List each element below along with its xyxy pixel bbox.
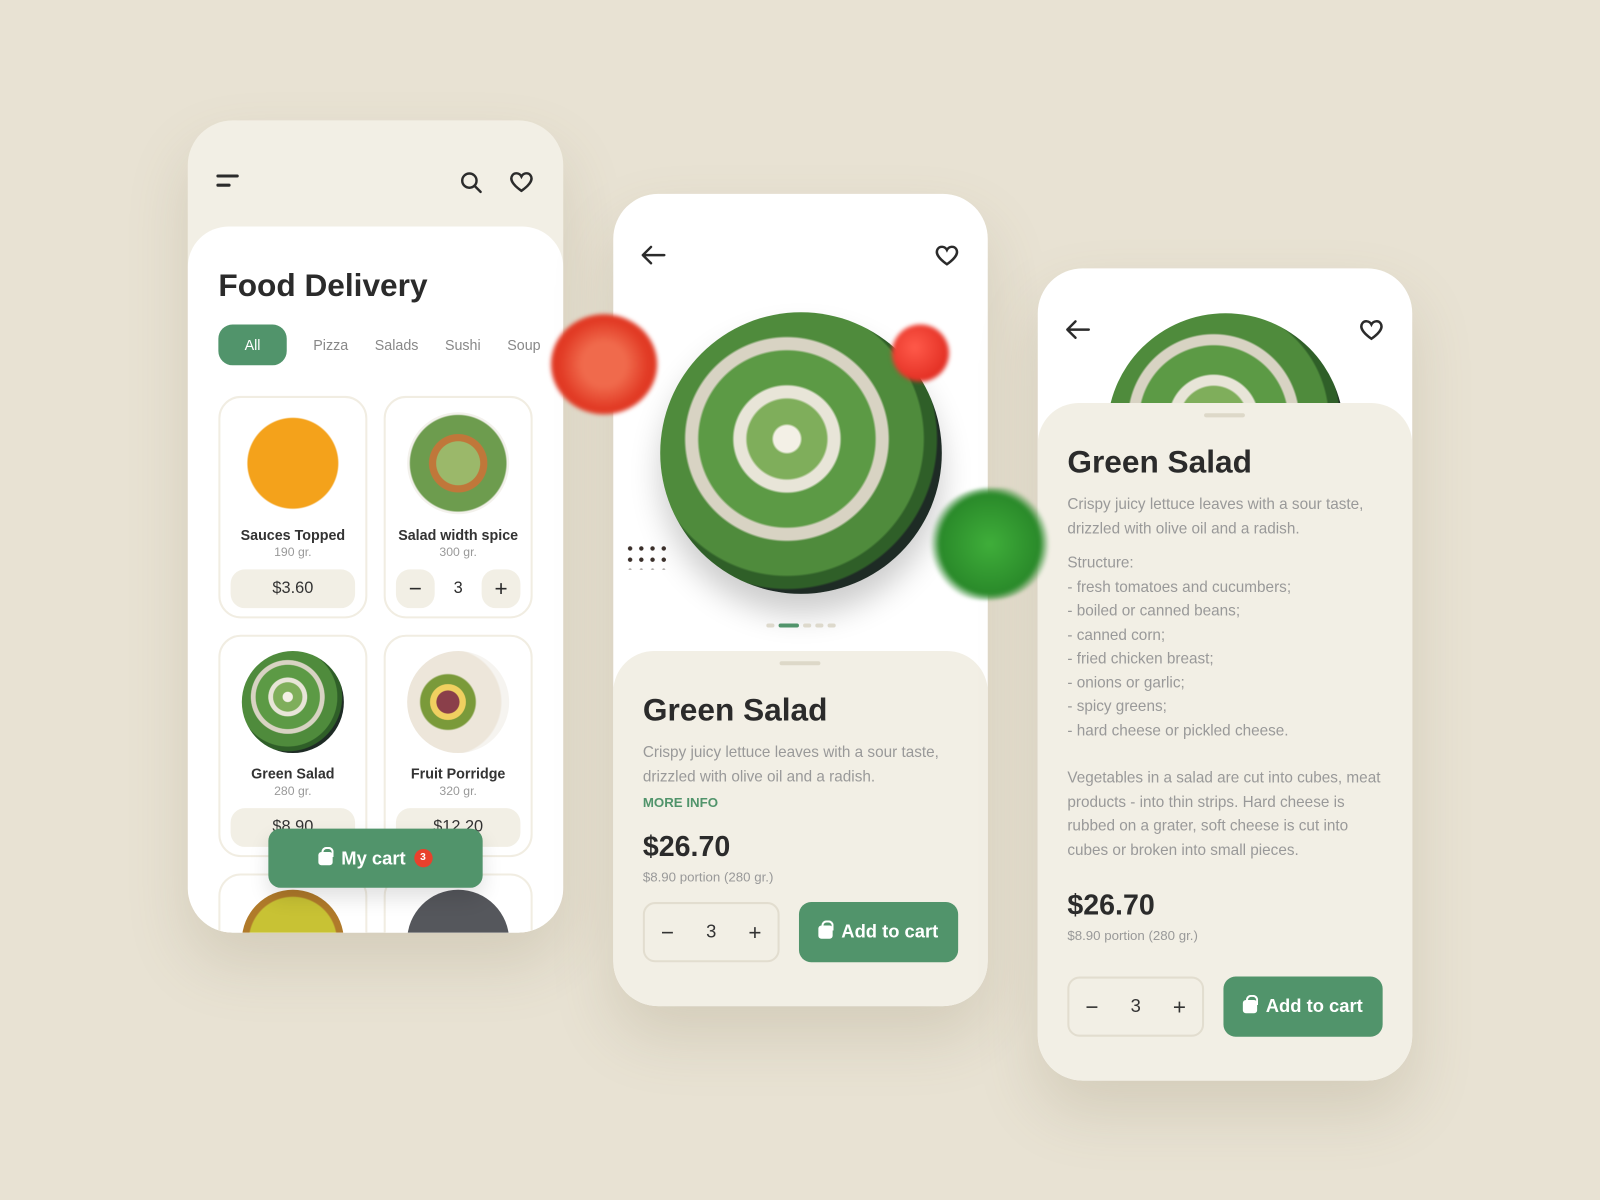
decrease-button[interactable]: − — [395, 569, 435, 609]
decrease-button[interactable]: − — [1085, 993, 1098, 1020]
quantity-value: 3 — [706, 921, 717, 942]
product-card[interactable]: Salad width spice 300 gr. − 3 + — [383, 395, 533, 619]
heart-icon[interactable] — [508, 169, 535, 193]
product-card[interactable]: Sauces Topped 190 gr. $3.60 — [218, 395, 368, 619]
tomato-slice-decoration — [551, 314, 658, 415]
cart-label: My cart — [341, 847, 406, 868]
price-button[interactable]: $3.60 — [230, 569, 356, 609]
cherry-tomato-decoration — [891, 324, 949, 382]
add-to-cart-label: Add to cart — [1265, 995, 1363, 1017]
structure-item: - spicy greens; — [1067, 697, 1167, 716]
quantity-stepper: − 3 + — [642, 902, 780, 963]
carousel-dot[interactable] — [802, 623, 811, 628]
heart-icon[interactable] — [934, 243, 961, 267]
carousel-dot[interactable] — [765, 623, 774, 628]
total-price: $26.70 — [642, 830, 731, 863]
structure-item: - fried chicken breast; — [1067, 649, 1214, 668]
menu-icon[interactable] — [216, 173, 240, 189]
food-image — [241, 412, 344, 515]
tab-all[interactable]: All — [218, 324, 287, 366]
add-to-cart-label: Add to cart — [841, 921, 939, 942]
pepper-decoration — [624, 542, 670, 570]
product-description: Crispy juicy lettuce leaves with a sour … — [642, 743, 939, 786]
portion-info: $8.90 portion (280 gr.) — [642, 869, 774, 885]
increase-button[interactable]: + — [748, 919, 761, 946]
food-image — [241, 651, 344, 754]
parsley-decoration — [928, 487, 1052, 600]
product-name: Sauces Topped — [240, 526, 346, 543]
more-info-link[interactable]: MORE INFO — [643, 795, 718, 810]
quantity-stepper: − 3 + — [395, 569, 521, 609]
increase-button[interactable]: + — [481, 569, 521, 609]
product-name: Fruit Porridge — [410, 765, 506, 782]
food-image — [407, 889, 510, 933]
preparation-notes: Vegetables in a salad are cut into cubes… — [1067, 769, 1381, 859]
food-image — [407, 412, 510, 515]
category-tabs: All Pizza Salads Sushi Soup — [218, 324, 541, 366]
structure-heading: Structure: — [1067, 554, 1134, 572]
tab-sushi[interactable]: Sushi — [445, 337, 481, 353]
structure-item: - fresh tomatoes and cucumbers; — [1067, 578, 1292, 596]
structure-section: Structure: - fresh tomatoes and cucumber… — [1067, 551, 1394, 743]
content-panel: Food Delivery All Pizza Salads Sushi Sou… — [187, 226, 564, 933]
structure-item: - onions or garlic; — [1067, 673, 1185, 692]
bag-icon — [318, 846, 335, 865]
product-weight: 280 gr. — [274, 783, 312, 798]
tab-salads[interactable]: Salads — [375, 337, 419, 353]
quantity-stepper: − 3 + — [1067, 976, 1205, 1037]
back-arrow-icon[interactable] — [640, 245, 667, 265]
food-list-screen: Food Delivery All Pizza Salads Sushi Sou… — [187, 120, 564, 933]
my-cart-button[interactable]: My cart 3 — [268, 828, 483, 888]
product-title: Green Salad — [642, 691, 828, 728]
drag-handle[interactable] — [1204, 413, 1245, 418]
structure-item: - hard cheese or pickled cheese. — [1067, 721, 1289, 740]
food-image — [407, 651, 510, 754]
structure-item: - canned corn; — [1067, 626, 1166, 644]
increase-button[interactable]: + — [1173, 993, 1186, 1020]
add-to-cart-button[interactable]: Add to cart — [1223, 976, 1383, 1037]
carousel-dot[interactable] — [778, 623, 799, 628]
info-panel: Green Salad Crispy juicy lettuce leaves … — [613, 651, 988, 1007]
product-weight: 320 gr. — [439, 783, 477, 798]
carousel-dot[interactable] — [827, 623, 836, 628]
cart-count-badge: 3 — [413, 848, 433, 868]
quantity-value: 3 — [453, 579, 463, 597]
carousel-dot[interactable] — [814, 623, 823, 628]
add-to-cart-button[interactable]: Add to cart — [798, 902, 959, 963]
bag-icon — [1243, 994, 1259, 1014]
tab-soup[interactable]: Soup — [507, 337, 540, 353]
search-icon[interactable] — [459, 170, 483, 194]
structure-list: - fresh tomatoes and cucumbers; - boiled … — [1067, 575, 1394, 743]
food-image — [241, 889, 344, 933]
heart-icon[interactable] — [1358, 317, 1385, 341]
product-name: Green Salad — [251, 765, 335, 782]
product-card[interactable]: Fruit Porridge 320 gr. $12.20 — [383, 634, 533, 858]
carousel-indicator[interactable] — [613, 614, 987, 632]
total-price: $26.70 — [1067, 888, 1155, 921]
expanded-detail-screen: Green Salad Crispy juicy lettuce leaves … — [1037, 268, 1413, 1081]
product-name: Salad width spice — [398, 526, 519, 543]
decrease-button[interactable]: − — [661, 919, 674, 946]
product-weight: 190 gr. — [274, 544, 312, 560]
portion-info: $8.90 portion (280 gr.) — [1067, 927, 1198, 943]
back-arrow-icon[interactable] — [1064, 319, 1091, 339]
drag-handle[interactable] — [779, 661, 821, 666]
tab-pizza[interactable]: Pizza — [313, 337, 348, 353]
product-detail-screen: Green Salad Crispy juicy lettuce leaves … — [613, 193, 988, 1007]
structure-item: - boiled or canned beans; — [1067, 602, 1241, 620]
product-weight: 300 gr. — [439, 544, 477, 560]
bag-icon — [818, 920, 835, 939]
info-panel: Green Salad Crispy juicy lettuce leaves … — [1037, 403, 1413, 1081]
product-description: Crispy juicy lettuce leaves with a sour … — [1067, 495, 1364, 538]
page-title: Food Delivery — [218, 267, 428, 304]
quantity-value: 3 — [1130, 995, 1141, 1017]
product-title: Green Salad — [1067, 443, 1252, 480]
product-card[interactable]: Green Salad 280 gr. $8.90 — [218, 634, 368, 858]
